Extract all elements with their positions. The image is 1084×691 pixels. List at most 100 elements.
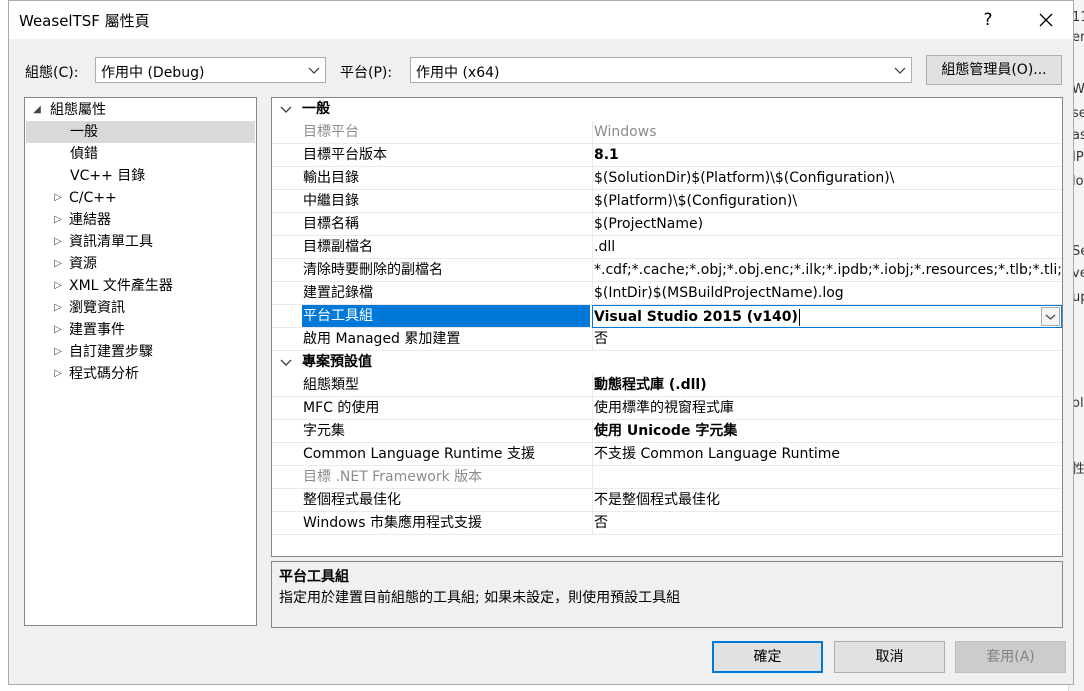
close-icon: [1039, 13, 1053, 27]
property-row[interactable]: 平台工具組 Visual Studio 2015 (v140): [272, 305, 1062, 328]
grid-category-title: 專案預設值: [302, 354, 372, 370]
property-value[interactable]: 使用標準的視窗程式庫: [592, 397, 1062, 419]
tree-item[interactable]: VC++ 目錄: [26, 165, 255, 187]
tree-item-label: XML 文件產生器: [69, 278, 173, 294]
description-title: 平台工具組: [279, 569, 349, 585]
expand-triangle-icon[interactable]: ▷: [52, 209, 64, 231]
tree-item-label: 偵錯: [70, 146, 98, 162]
property-row[interactable]: 中繼目錄 $(Platform)\$(Configuration)\: [272, 190, 1062, 213]
configuration-combo[interactable]: 作用中 (Debug): [95, 57, 326, 83]
expand-triangle-icon[interactable]: ▷: [52, 363, 64, 385]
property-row[interactable]: Windows 市集應用程式支援 否: [272, 512, 1062, 535]
property-value[interactable]: 8.1: [592, 144, 1062, 166]
property-value-text: 使用標準的視窗程式庫: [594, 400, 734, 416]
cancel-button[interactable]: 取消: [834, 641, 945, 673]
property-value[interactable]: 不是整個程式最佳化: [592, 489, 1062, 511]
property-row[interactable]: 目標 .NET Framework 版本: [272, 466, 1062, 489]
configuration-label: 組態(C):: [25, 65, 79, 81]
tree-item-label: 自訂建置步驟: [69, 344, 153, 360]
tree-item-label: 資訊清單工具: [69, 234, 153, 250]
tree-root-configuration-properties[interactable]: ◢ 組態屬性: [26, 99, 255, 121]
property-value[interactable]: 否: [592, 512, 1062, 534]
ok-button[interactable]: 確定: [712, 641, 823, 673]
property-row[interactable]: 目標平台版本 8.1: [272, 144, 1062, 167]
expand-triangle-icon[interactable]: ▷: [52, 275, 64, 297]
property-row[interactable]: 組態類型 動態程式庫 (.dll): [272, 374, 1062, 397]
property-grid[interactable]: 一般 目標平台 Windows 目標平台版本 8.1 輸出目錄 $(SolutionDir)…: [271, 97, 1063, 557]
property-value[interactable]: 否: [592, 328, 1062, 350]
property-value[interactable]: Visual Studio 2015 (v140): [592, 305, 1062, 328]
property-value[interactable]: [592, 466, 1062, 488]
platform-combo[interactable]: 作用中 (x64): [410, 57, 912, 83]
tree-item[interactable]: ▷ 建置事件: [26, 319, 255, 341]
property-name: MFC 的使用: [303, 400, 380, 416]
property-name: 目標 .NET Framework 版本: [303, 469, 483, 485]
property-value[interactable]: 不支援 Common Language Runtime: [592, 443, 1062, 465]
property-value-text: 動態程式庫 (.dll): [594, 377, 707, 393]
property-row[interactable]: 清除時要刪除的副檔名 *.cdf;*.cache;*.obj;*.obj.enc;…: [272, 259, 1062, 282]
tree-item[interactable]: ▷ 連結器: [26, 209, 255, 231]
property-value[interactable]: $(Platform)\$(Configuration)\: [592, 190, 1062, 212]
property-value[interactable]: $(SolutionDir)$(Platform)\$(Configuratio…: [592, 167, 1062, 189]
tree-item-label: 連結器: [69, 212, 111, 228]
property-row[interactable]: 字元集 使用 Unicode 字元集: [272, 420, 1062, 443]
property-name: 組態類型: [303, 377, 359, 393]
expand-triangle-icon[interactable]: ▷: [52, 187, 64, 209]
chevron-down-icon[interactable]: [278, 98, 294, 120]
property-value-text: 8.1: [594, 147, 619, 163]
category-tree[interactable]: ◢ 組態屬性 一般 偵錯 VC++ 目錄 ▷ C/C++ ▷ 連結器 ▷ 資訊清單工具 ▷ 資源 ▷ X…: [24, 97, 257, 626]
grid-category-header[interactable]: 一般: [272, 98, 1062, 121]
property-value[interactable]: .dll: [592, 236, 1062, 258]
property-value-text: .dll: [594, 239, 616, 255]
tree-item[interactable]: ▷ C/C++: [26, 187, 255, 209]
property-name: 平台工具組: [302, 305, 590, 327]
grid-category-header[interactable]: 專案預設值: [272, 351, 1062, 374]
configuration-value: 作用中 (Debug): [101, 65, 205, 81]
property-row[interactable]: 目標副檔名 .dll: [272, 236, 1062, 259]
property-value[interactable]: Windows: [592, 121, 1062, 143]
help-button[interactable]: ?: [965, 5, 1011, 35]
expand-triangle-icon[interactable]: ▷: [52, 231, 64, 253]
collapse-triangle-icon[interactable]: ◢: [31, 99, 43, 121]
property-row[interactable]: 整個程式最佳化 不是整個程式最佳化: [272, 489, 1062, 512]
expand-triangle-icon[interactable]: ▷: [52, 319, 64, 341]
tree-item[interactable]: ▷ 程式碼分析: [26, 363, 255, 385]
tree-item[interactable]: ▷ 自訂建置步驟: [26, 341, 255, 363]
value-dropdown-button[interactable]: [1041, 307, 1060, 326]
tree-item[interactable]: ▷ 瀏覽資訊: [26, 297, 255, 319]
property-value-text: $(SolutionDir)$(Platform)\$(Configuratio…: [594, 170, 895, 186]
expand-triangle-icon[interactable]: ▷: [52, 253, 64, 275]
property-value[interactable]: *.cdf;*.cache;*.obj;*.obj.enc;*.ilk;*.ip…: [592, 259, 1062, 281]
property-name: 整個程式最佳化: [303, 492, 401, 508]
tree-item[interactable]: ▷ 資源: [26, 253, 255, 275]
tree-item-label: 建置事件: [69, 322, 125, 338]
configuration-manager-button[interactable]: 組態管理員(O)...: [926, 55, 1062, 85]
chevron-down-icon[interactable]: [278, 351, 294, 373]
property-name: 輸出目錄: [303, 170, 359, 186]
property-row[interactable]: 建置記錄檔 $(IntDir)$(MSBuildProjectName).log: [272, 282, 1062, 305]
tree-item[interactable]: 一般: [26, 121, 255, 143]
property-value[interactable]: $(ProjectName): [592, 213, 1062, 235]
tree-item[interactable]: ▷ XML 文件產生器: [26, 275, 255, 297]
property-row[interactable]: 輸出目錄 $(SolutionDir)$(Platform)\$(Configur…: [272, 167, 1062, 190]
property-value[interactable]: 使用 Unicode 字元集: [592, 420, 1062, 442]
property-row[interactable]: 目標名稱 $(ProjectName): [272, 213, 1062, 236]
property-row[interactable]: 啟用 Managed 累加建置 否: [272, 328, 1062, 351]
property-name: 建置記錄檔: [303, 285, 373, 301]
tree-item[interactable]: 偵錯: [26, 143, 255, 165]
text-caret: [798, 308, 800, 326]
property-row[interactable]: Common Language Runtime 支援 不支援 Common Lan…: [272, 443, 1062, 466]
expand-triangle-icon[interactable]: ▷: [52, 341, 64, 363]
expand-triangle-icon[interactable]: ▷: [52, 297, 64, 319]
property-name: 清除時要刪除的副檔名: [303, 262, 443, 278]
apply-button[interactable]: 套用(A): [955, 641, 1066, 673]
property-value[interactable]: 動態程式庫 (.dll): [592, 374, 1062, 396]
property-value[interactable]: $(IntDir)$(MSBuildProjectName).log: [592, 282, 1062, 304]
property-value-text: 不是整個程式最佳化: [594, 492, 720, 508]
property-value-text: Visual Studio 2015 (v140): [594, 309, 798, 325]
tree-item[interactable]: ▷ 資訊清單工具: [26, 231, 255, 253]
property-value-text: $(IntDir)$(MSBuildProjectName).log: [594, 285, 844, 301]
close-button[interactable]: [1023, 5, 1069, 35]
property-row[interactable]: 目標平台 Windows: [272, 121, 1062, 144]
property-row[interactable]: MFC 的使用 使用標準的視窗程式庫: [272, 397, 1062, 420]
